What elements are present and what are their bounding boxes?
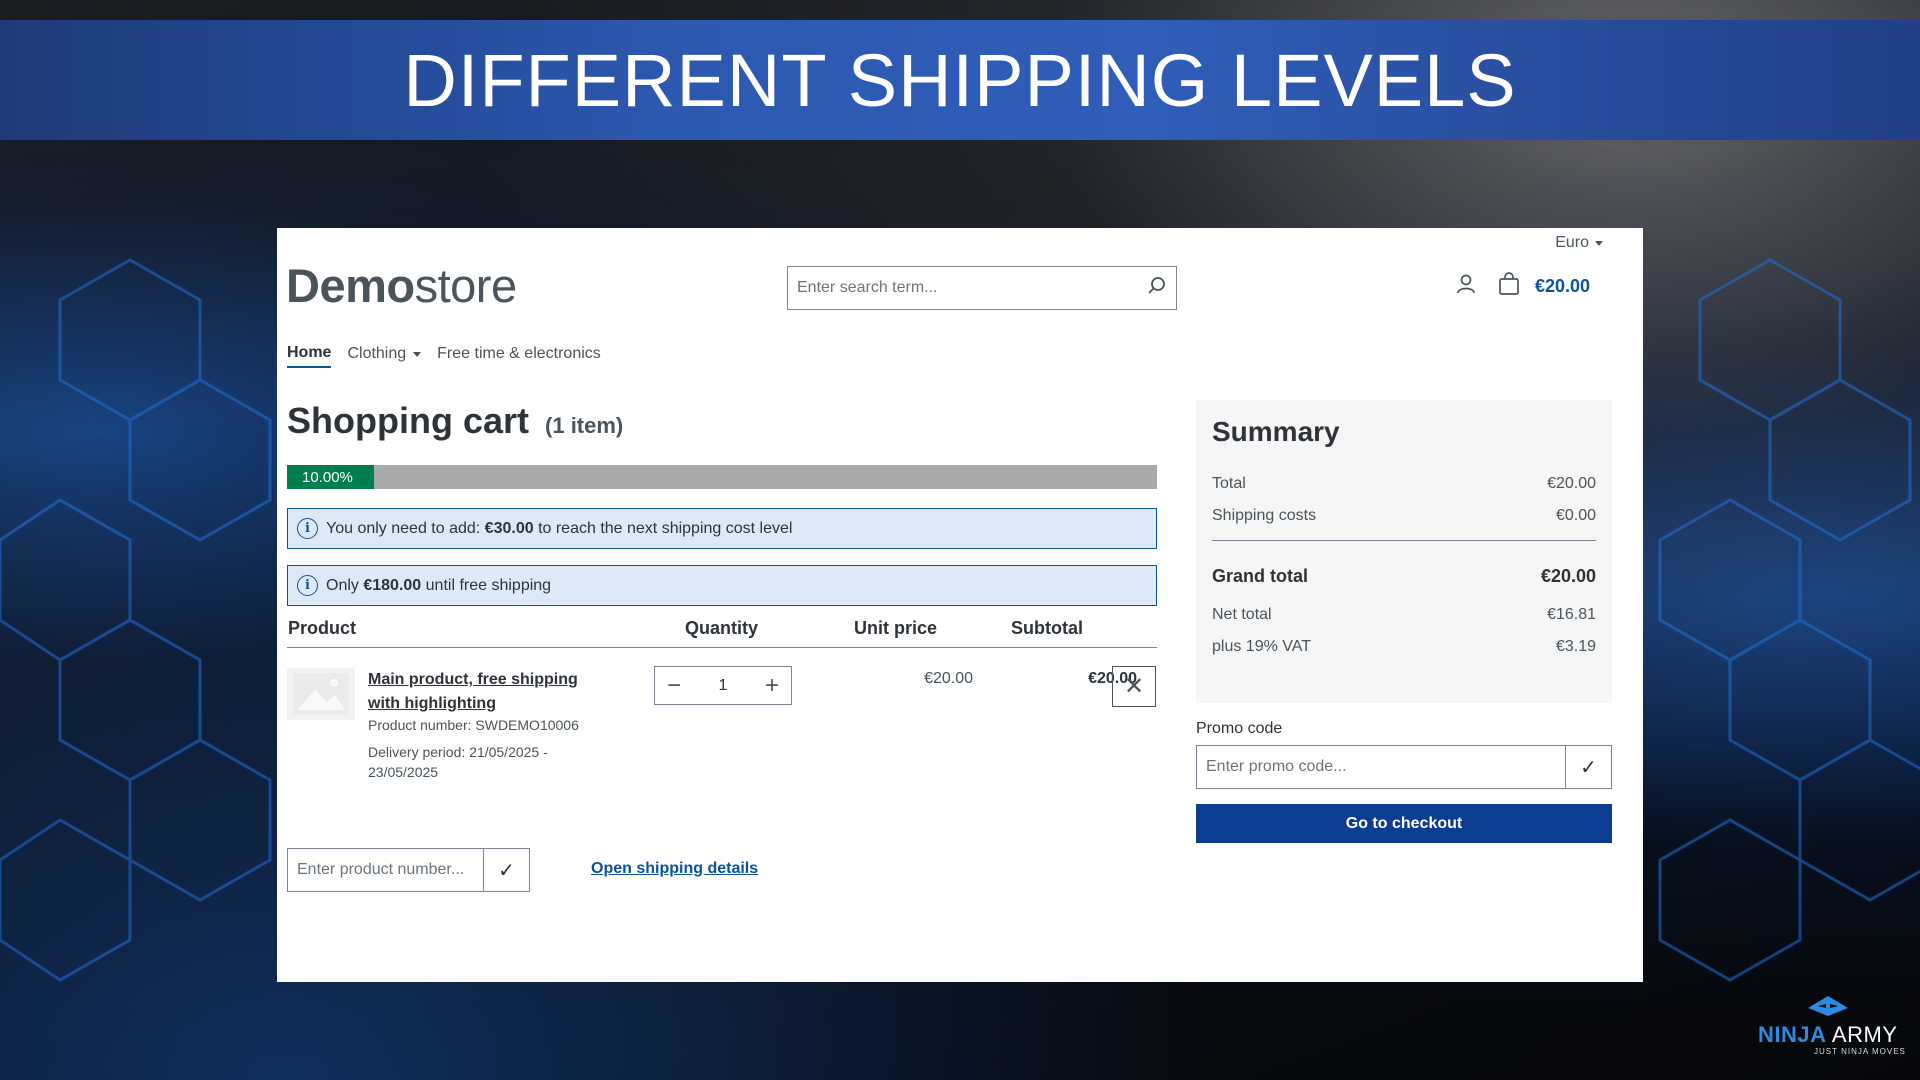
logo-bold-text: Demo [286, 259, 415, 312]
header-actions: €20.00 [1455, 272, 1590, 301]
alert-free-shipping-text: Only €180.00 until free shipping [326, 576, 552, 594]
product-number: Product number: SWDEMO10006 [368, 717, 579, 733]
info-icon: i [297, 575, 318, 596]
go-to-checkout-button[interactable]: Go to checkout [1196, 804, 1612, 843]
alert-next-level-text: You only need to add: €30.00 to reach th… [326, 519, 793, 537]
store-logo[interactable]: Demostore [286, 258, 517, 313]
delivery-period: Delivery period: 21/05/2025 - 23/05/2025 [368, 744, 548, 780]
promo-code-label: Promo code [1196, 720, 1283, 737]
remove-item-button[interactable]: ✕ [1112, 666, 1156, 707]
currency-dropdown[interactable]: Euro [1555, 234, 1603, 252]
shipping-progress-fill: 10.00% [287, 465, 374, 489]
increase-quantity-button[interactable]: + [765, 673, 779, 698]
product-name-link[interactable]: Main product, free shipping with highlig… [368, 668, 598, 716]
open-shipping-details-link[interactable]: Open shipping details [591, 860, 758, 878]
summary-divider [1212, 540, 1596, 541]
checkmark-icon: ✓ [498, 859, 515, 882]
page-title: Shopping cart (1 item) [287, 400, 623, 442]
close-icon: ✕ [1123, 673, 1145, 700]
summary-row-shipping: Shipping costs €0.00 [1212, 507, 1596, 524]
currency-label: Euro [1555, 234, 1589, 251]
product-number-input[interactable] [288, 849, 483, 891]
shipping-progress-bar: 10.00% [287, 465, 1157, 489]
brand-name: NINJA ARMY [1758, 1022, 1898, 1047]
column-header-unit-price: Unit price [854, 618, 938, 638]
nav-item-home[interactable]: Home [287, 344, 332, 368]
main-navigation: Home Clothing Free time & electronics [287, 344, 601, 368]
alert-next-level-amount: €30.00 [484, 519, 534, 537]
alert-free-shipping: i Only €180.00 until free shipping [287, 565, 1157, 606]
table-divider [287, 647, 1157, 648]
search-icon[interactable] [1147, 276, 1167, 301]
quantity-stepper: − 1 + [654, 666, 792, 705]
add-product-form: ✓ [287, 848, 530, 892]
shipping-progress-label: 10.00% [302, 468, 353, 486]
promo-code-form: ✓ [1196, 745, 1612, 789]
search-box [787, 266, 1177, 310]
product-image-placeholder[interactable] [287, 668, 355, 720]
cart-title-text: Shopping cart [287, 400, 529, 441]
summary-title: Summary [1212, 416, 1340, 447]
quantity-value[interactable]: 1 [719, 677, 728, 695]
ninja-mask-icon [1808, 996, 1848, 1016]
nav-item-clothing[interactable]: Clothing [347, 344, 422, 368]
decrease-quantity-button[interactable]: − [667, 673, 681, 698]
storefront-screenshot: Euro Demostore €20.00 Home Clothing Free… [277, 228, 1643, 982]
info-icon: i [297, 518, 318, 539]
title-banner: DIFFERENT SHIPPING LEVELS [0, 20, 1920, 140]
column-header-product: Product [288, 618, 357, 638]
cart-icon[interactable] [1497, 272, 1521, 301]
account-icon[interactable] [1455, 273, 1477, 300]
chevron-down-icon [1595, 240, 1603, 246]
cart-total-amount[interactable]: €20.00 [1535, 276, 1590, 297]
summary-row-total: Total €20.00 [1212, 475, 1596, 492]
add-product-button[interactable]: ✓ [483, 849, 529, 891]
logo-light-text: store [414, 259, 518, 312]
slide-title: DIFFERENT SHIPPING LEVELS [403, 38, 1517, 122]
alert-free-shipping-amount: €180.00 [363, 576, 422, 594]
brand-tagline: JUST NINJA MOVES [1814, 1047, 1906, 1056]
summary-row-net-total: Net total €16.81 [1212, 606, 1596, 623]
summary-row-vat: plus 19% VAT €3.19 [1212, 638, 1596, 655]
column-header-subtotal: Subtotal [1011, 618, 1083, 638]
search-input[interactable] [797, 279, 1147, 297]
nav-item-clothing-label: Clothing [347, 345, 407, 362]
nav-item-free-time-electronics[interactable]: Free time & electronics [437, 344, 601, 368]
summary-row-grand-total: Grand total €20.00 [1212, 565, 1596, 586]
apply-promo-button[interactable]: ✓ [1565, 746, 1611, 788]
promo-code-input[interactable] [1197, 746, 1565, 788]
cart-item-count: (1 item) [545, 413, 624, 438]
ninja-army-logo: NINJA ARMY JUST NINJA MOVES [1758, 990, 1908, 1060]
chevron-down-icon [413, 351, 422, 357]
checkmark-icon: ✓ [1580, 756, 1597, 779]
alert-next-shipping-level: i You only need to add: €30.00 to reach … [287, 508, 1157, 549]
column-header-quantity: Quantity [685, 618, 759, 638]
unit-price-value: €20.00 [924, 670, 973, 687]
order-summary: Summary Total €20.00 Shipping costs €0.00 … [1196, 400, 1612, 703]
